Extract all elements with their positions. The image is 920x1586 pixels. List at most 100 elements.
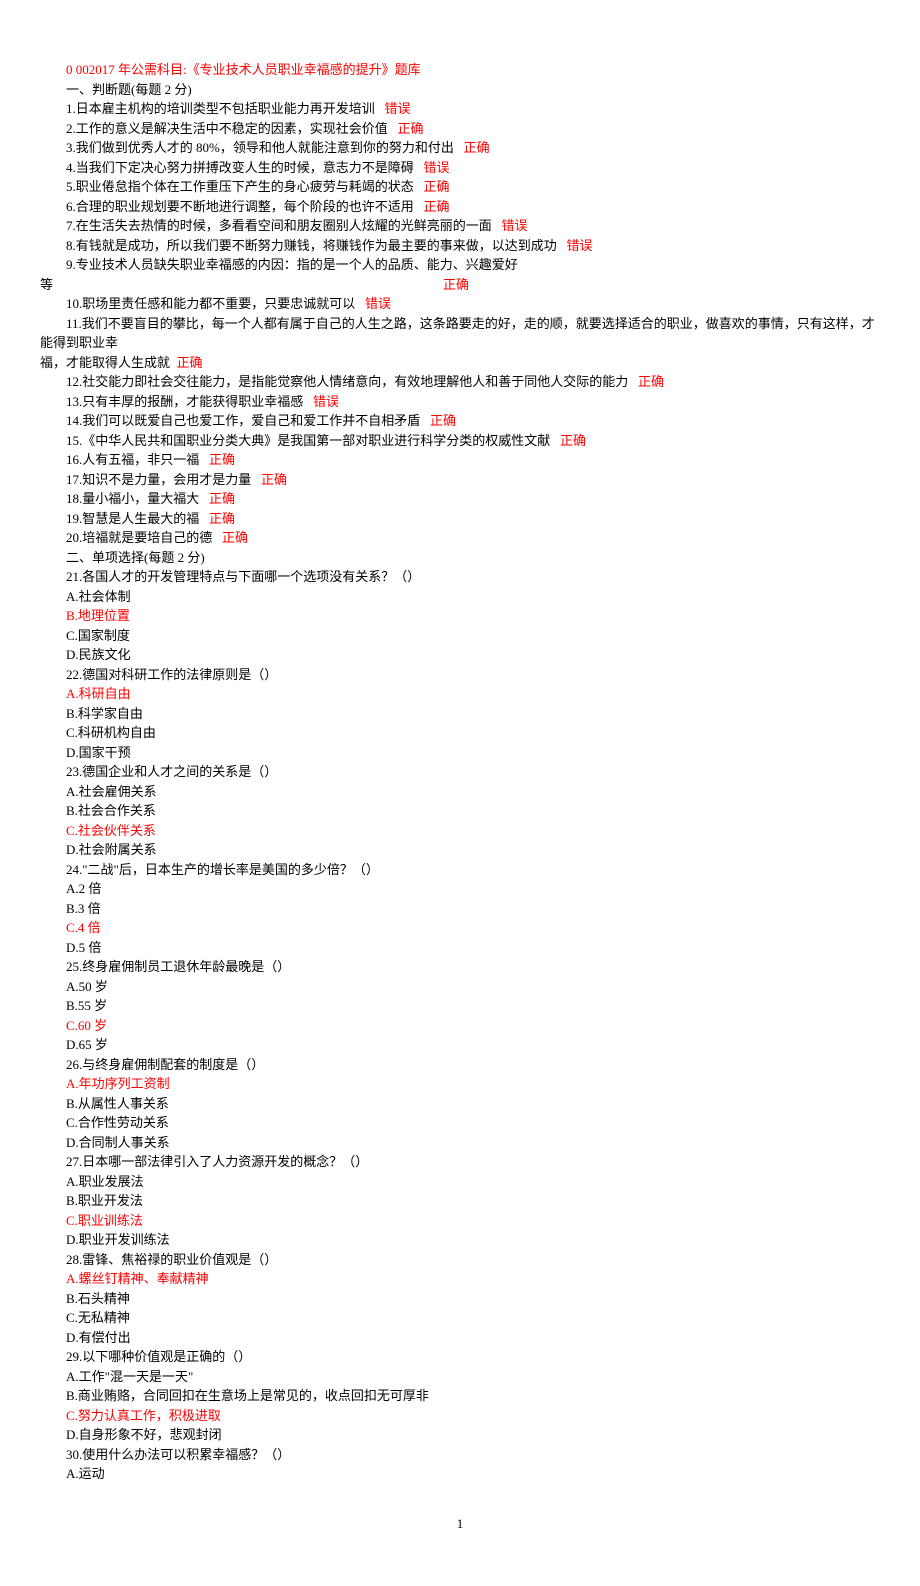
judge-question: 12.社交能力即社会交往能力，是指能觉察他人情绪意向，有效地理解他人和善于同他人… bbox=[40, 372, 880, 392]
section-2-header: 二、单项选择(每题 2 分) bbox=[40, 548, 880, 568]
option-text: 社会体制 bbox=[79, 589, 131, 604]
question-text: 职业倦怠指个体在工作重压下产生的身心疲劳与耗竭的状态 bbox=[76, 179, 414, 194]
option-text: 运动 bbox=[79, 1466, 105, 1481]
option-text: 社会雇佣关系 bbox=[79, 784, 157, 799]
option-label: C. bbox=[66, 725, 78, 740]
mc-option: C.国家制度 bbox=[40, 626, 880, 646]
mc-option: A.年功序列工资制 bbox=[40, 1074, 880, 1094]
option-label: B. bbox=[66, 998, 78, 1013]
judge-answer: 正确 bbox=[222, 530, 248, 545]
option-label: A. bbox=[66, 1369, 79, 1384]
judge-answer: 错误 bbox=[313, 394, 339, 409]
mc-option: C.社会伙伴关系 bbox=[40, 821, 880, 841]
mc-option: B.55 岁 bbox=[40, 996, 880, 1016]
judge-question: 5.职业倦怠指个体在工作重压下产生的身心疲劳与耗竭的状态 正确 bbox=[40, 177, 880, 197]
option-text: 科研机构自由 bbox=[78, 725, 156, 740]
option-label: A. bbox=[66, 784, 79, 799]
option-label: C. bbox=[66, 920, 78, 935]
question-number: 27. bbox=[66, 1154, 82, 1169]
mc-option: A.2 倍 bbox=[40, 879, 880, 899]
judge-question: 1.日本雇主机构的培训类型不包括职业能力再开发培训 错误 bbox=[40, 99, 880, 119]
mc-option: D.5 倍 bbox=[40, 938, 880, 958]
judge-question: 15.《中华人民共和国职业分类大典》是我国第一部对职业进行科学分类的权威性文献 … bbox=[40, 431, 880, 451]
judge-question: 19.智慧是人生最大的福 正确 bbox=[40, 509, 880, 529]
option-label: C. bbox=[66, 1408, 78, 1423]
judge-question: 7.在生活失去热情的时候，多看看空间和朋友圈别人炫耀的光鲜亮丽的一面 错误 bbox=[40, 216, 880, 236]
judge-answer: 正确 bbox=[464, 140, 490, 155]
option-label: B. bbox=[66, 1193, 78, 1208]
mc-question: 26.与终身雇佣制配套的制度是（） bbox=[40, 1055, 880, 1075]
question-text: 知识不是力量，会用才是力量 bbox=[82, 472, 251, 487]
section-1-header: 一、判断题(每题 2 分) bbox=[40, 80, 880, 100]
mc-option: A.50 岁 bbox=[40, 977, 880, 997]
judge-question: 14.我们可以既爱自己也爱工作，爱自己和爱工作并不自相矛盾 正确 bbox=[40, 411, 880, 431]
question-text: 人有五福，非只一福 bbox=[82, 452, 199, 467]
question-number: 5. bbox=[66, 179, 76, 194]
mc-option: C.60 岁 bbox=[40, 1016, 880, 1036]
option-text: 2 倍 bbox=[79, 881, 102, 896]
option-label: D. bbox=[66, 647, 79, 662]
judge-question: 18.量小福小，量大福大 正确 bbox=[40, 489, 880, 509]
question-number: 8. bbox=[66, 238, 76, 253]
option-text: 社会伙伴关系 bbox=[78, 823, 156, 838]
question-text: 智慧是人生最大的福 bbox=[82, 511, 199, 526]
question-number: 25. bbox=[66, 959, 82, 974]
judge-question: 20.培福就是要培自己的德 正确 bbox=[40, 528, 880, 548]
judge-answer: 错误 bbox=[567, 238, 593, 253]
mc-option: B.职业开发法 bbox=[40, 1191, 880, 1211]
question-number: 9. bbox=[66, 257, 76, 272]
question-text: 合理的职业规划要不断地进行调整，每个阶段的也许不适用 bbox=[76, 199, 414, 214]
option-text: 石头精神 bbox=[78, 1291, 130, 1306]
question-text: 工作的意义是解决生活中不稳定的因素，实现社会价值 bbox=[76, 121, 388, 136]
judge-answer: 正确 bbox=[261, 472, 287, 487]
option-label: C. bbox=[66, 1213, 78, 1228]
mc-option: C.努力认真工作，积极进取 bbox=[40, 1406, 880, 1426]
mc-question: 25.终身雇佣制员工退休年龄最晚是（） bbox=[40, 957, 880, 977]
option-text: 科研自由 bbox=[79, 686, 131, 701]
question-text: "二战"后，日本生产的增长率是美国的多少倍？（） bbox=[82, 862, 379, 877]
mc-question: 23.德国企业和人才之间的关系是（） bbox=[40, 762, 880, 782]
question-number: 24. bbox=[66, 862, 82, 877]
judge-question-continuation: 福，才能取得人生成就 正确 bbox=[40, 353, 880, 373]
question-number: 20. bbox=[66, 530, 82, 545]
question-text: 以下哪种价值观是正确的（） bbox=[82, 1349, 251, 1364]
option-label: A. bbox=[66, 881, 79, 896]
option-label: A. bbox=[66, 979, 79, 994]
judge-question: 16.人有五福，非只一福 正确 bbox=[40, 450, 880, 470]
question-text: 当我们下定决心努力拼搏改变人生的时候，意志力不是障碍 bbox=[76, 160, 414, 175]
question-number: 18. bbox=[66, 491, 82, 506]
judge-answer: 正确 bbox=[209, 452, 235, 467]
option-label: B. bbox=[66, 1096, 78, 1111]
option-label: D. bbox=[66, 842, 79, 857]
mc-option: A.运动 bbox=[40, 1464, 880, 1484]
option-label: D. bbox=[66, 1427, 79, 1442]
option-text: 55 岁 bbox=[78, 998, 107, 1013]
judge-question: 4.当我们下定决心努力拼搏改变人生的时候，意志力不是障碍 错误 bbox=[40, 158, 880, 178]
question-text: 《中华人民共和国职业分类大典》是我国第一部对职业进行科学分类的权威性文献 bbox=[82, 433, 550, 448]
option-label: D. bbox=[66, 1232, 79, 1247]
mc-question: 22.德国对科研工作的法律原则是（） bbox=[40, 665, 880, 685]
mc-option: C.职业训练法 bbox=[40, 1211, 880, 1231]
question-text: 各国人才的开发管理特点与下面哪一个选项没有关系？（） bbox=[82, 569, 420, 584]
question-text: 日本哪一部法律引入了人力资源开发的概念？（） bbox=[82, 1154, 368, 1169]
option-label: C. bbox=[66, 1115, 78, 1130]
mc-option: A.职业发展法 bbox=[40, 1172, 880, 1192]
judge-question: 8.有钱就是成功，所以我们要不断努力赚钱，将赚钱作为最主要的事来做，以达到成功 … bbox=[40, 236, 880, 256]
judge-question: 13.只有丰厚的报酬，才能获得职业幸福感 错误 bbox=[40, 392, 880, 412]
mc-question: 24."二战"后，日本生产的增长率是美国的多少倍？（） bbox=[40, 860, 880, 880]
judge-answer: 正确 bbox=[424, 179, 450, 194]
question-number: 14. bbox=[66, 413, 82, 428]
option-text: 科学家自由 bbox=[78, 706, 143, 721]
judge-answer: 错误 bbox=[502, 218, 528, 233]
judge-answer: 正确 bbox=[398, 121, 424, 136]
question-text: 社交能力即社会交往能力，是指能觉察他人情绪意向，有效地理解他人和善于同他人交际的… bbox=[82, 374, 628, 389]
question-number: 3. bbox=[66, 140, 76, 155]
option-label: C. bbox=[66, 1018, 78, 1033]
option-label: C. bbox=[66, 823, 78, 838]
judge-answer: 正确 bbox=[638, 374, 664, 389]
option-label: B. bbox=[66, 608, 78, 623]
option-label: A. bbox=[66, 1076, 79, 1091]
page-number: 1 bbox=[40, 1514, 880, 1534]
question-number: 28. bbox=[66, 1252, 82, 1267]
mc-option: D.合同制人事关系 bbox=[40, 1133, 880, 1153]
